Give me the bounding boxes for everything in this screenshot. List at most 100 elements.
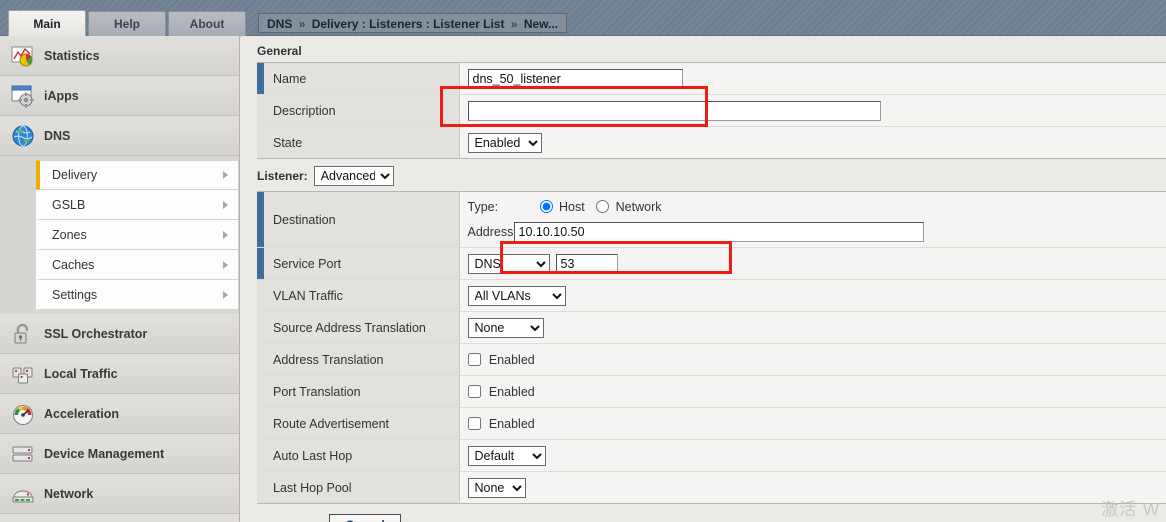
- value-last-hop-pool: None: [459, 472, 1166, 504]
- value-address-translation: Enabled: [459, 344, 1166, 376]
- iapps-icon: [10, 83, 36, 109]
- sidebar-item-zones-label: Zones: [52, 228, 87, 242]
- destination-address-line: Address: [468, 222, 1166, 242]
- sidebar-item-caches[interactable]: Caches: [36, 250, 239, 280]
- label-state: State: [257, 127, 459, 159]
- chevron-right-icon: [223, 291, 228, 299]
- local-traffic-icon: [10, 361, 36, 387]
- breadcrumb-leaf: New...: [524, 17, 558, 31]
- table-row-destination: Destination Type: Host Network: [257, 192, 1166, 248]
- label-name: Name: [257, 63, 459, 95]
- radio-network-input[interactable]: [596, 200, 609, 213]
- sidebar-item-gslb[interactable]: GSLB: [36, 190, 239, 220]
- radio-network-label: Network: [616, 200, 662, 214]
- sidebar-item-acceleration-label: Acceleration: [44, 407, 119, 421]
- dns-globe-icon: [10, 123, 36, 149]
- label-auto-last-hop: Auto Last Hop: [257, 440, 459, 472]
- sidebar-item-caches-label: Caches: [52, 258, 94, 272]
- route-advertisement-checkbox[interactable]: [468, 417, 481, 430]
- state-select[interactable]: Enabled: [468, 133, 542, 153]
- breadcrumb[interactable]: DNS » Delivery : Listeners : Listener Li…: [258, 13, 567, 33]
- sidebar-item-iapps[interactable]: iApps: [0, 76, 239, 116]
- listener-mode-bar: Listener: Advanced: [257, 165, 1166, 187]
- sidebar-item-settings[interactable]: Settings: [36, 280, 239, 310]
- tab-about[interactable]: About: [168, 11, 246, 37]
- gauge-icon: [10, 401, 36, 427]
- last-hop-pool-select[interactable]: None: [468, 478, 526, 498]
- table-row-state: State Enabled: [257, 127, 1166, 159]
- sidebar-item-partial-next[interactable]: [0, 514, 239, 522]
- listener-mode-label: Listener:: [257, 169, 308, 183]
- value-state: Enabled: [459, 127, 1166, 159]
- general-section-title: General: [257, 44, 1166, 58]
- vlan-traffic-select[interactable]: All VLANs: [468, 286, 566, 306]
- sidebar-item-device-management-label: Device Management: [44, 447, 164, 461]
- sidebar-item-network[interactable]: Network: [0, 474, 239, 514]
- cancel-button[interactable]: Cancel: [329, 514, 401, 522]
- breadcrumb-root[interactable]: DNS: [267, 17, 292, 31]
- port-translation-checkbox[interactable]: [468, 385, 481, 398]
- address-translation-checkbox[interactable]: [468, 353, 481, 366]
- app-root: Main Help About DNS » Delivery : Listene…: [0, 0, 1166, 522]
- destination-type-line: Type: Host Network: [468, 197, 1166, 217]
- label-source-address-translation: Source Address Translation: [257, 312, 459, 344]
- device-icon: [10, 441, 36, 467]
- table-row-vlan-traffic: VLAN Traffic All VLANs: [257, 280, 1166, 312]
- value-source-address-translation: None: [459, 312, 1166, 344]
- listener-mode-select[interactable]: Advanced: [314, 166, 394, 186]
- padlock-icon: [10, 321, 36, 347]
- sidebar-item-dns[interactable]: DNS: [0, 116, 239, 156]
- name-input[interactable]: [468, 69, 683, 89]
- table-row-port-translation: Port Translation Enabled: [257, 376, 1166, 408]
- table-row-name: Name: [257, 63, 1166, 95]
- address-translation-checkbox-label: Enabled: [489, 353, 535, 367]
- sidebar-item-dns-label: DNS: [44, 129, 70, 143]
- service-port-select[interactable]: DNS: [468, 254, 550, 274]
- value-port-translation: Enabled: [459, 376, 1166, 408]
- label-service-port: Service Port: [257, 248, 459, 280]
- destination-type-label: Type:: [468, 200, 514, 214]
- chevron-right-icon: [223, 231, 228, 239]
- sidebar-item-statistics[interactable]: Statistics: [0, 36, 239, 76]
- table-row-service-port: Service Port DNS: [257, 248, 1166, 280]
- sidebar-item-delivery[interactable]: Delivery: [36, 160, 239, 190]
- description-input[interactable]: [468, 101, 881, 121]
- destination-type-radios: Host Network: [540, 200, 670, 214]
- breadcrumb-middle[interactable]: Delivery : Listeners : Listener List: [312, 17, 505, 31]
- label-route-advertisement: Route Advertisement: [257, 408, 459, 440]
- radio-host-label: Host: [559, 200, 585, 214]
- tab-help[interactable]: Help: [88, 11, 166, 37]
- top-tabs: Main Help About: [8, 10, 246, 37]
- destination-address-label: Address: [468, 225, 514, 239]
- listener-table: Destination Type: Host Network: [257, 191, 1166, 504]
- label-description: Description: [257, 95, 459, 127]
- sidebar-item-acceleration[interactable]: Acceleration: [0, 394, 239, 434]
- footer-button-row: Cancel: [329, 514, 1166, 522]
- tab-main[interactable]: Main: [8, 10, 86, 37]
- breadcrumb-separator-2: »: [508, 17, 521, 31]
- table-row-description: Description: [257, 95, 1166, 127]
- chevron-right-icon: [223, 201, 228, 209]
- sidebar-item-statistics-label: Statistics: [44, 49, 100, 63]
- service-port-number-input[interactable]: [556, 254, 618, 274]
- sidebar-item-zones[interactable]: Zones: [36, 220, 239, 250]
- auto-last-hop-select[interactable]: Default: [468, 446, 546, 466]
- radio-host-input[interactable]: [540, 200, 553, 213]
- radio-network[interactable]: Network: [596, 200, 661, 214]
- content-panel: General Name Description State Enabled: [241, 36, 1166, 522]
- value-destination: Type: Host Network: [459, 192, 1166, 248]
- label-vlan-traffic: VLAN Traffic: [257, 280, 459, 312]
- sidebar-item-ssl-orchestrator[interactable]: SSL Orchestrator: [0, 314, 239, 354]
- sidebar-item-network-label: Network: [44, 487, 93, 501]
- tab-about-label: About: [190, 17, 225, 31]
- destination-address-input[interactable]: [514, 222, 924, 242]
- chevron-right-icon: [223, 261, 228, 269]
- source-address-translation-select[interactable]: None: [468, 318, 544, 338]
- sidebar-item-device-management[interactable]: Device Management: [0, 434, 239, 474]
- breadcrumb-separator-1: »: [296, 17, 309, 31]
- sidebar-item-local-traffic[interactable]: Local Traffic: [0, 354, 239, 394]
- table-row-route-advertisement: Route Advertisement Enabled: [257, 408, 1166, 440]
- radio-host[interactable]: Host: [540, 200, 589, 214]
- table-row-source-address-translation: Source Address Translation None: [257, 312, 1166, 344]
- tab-help-label: Help: [114, 17, 140, 31]
